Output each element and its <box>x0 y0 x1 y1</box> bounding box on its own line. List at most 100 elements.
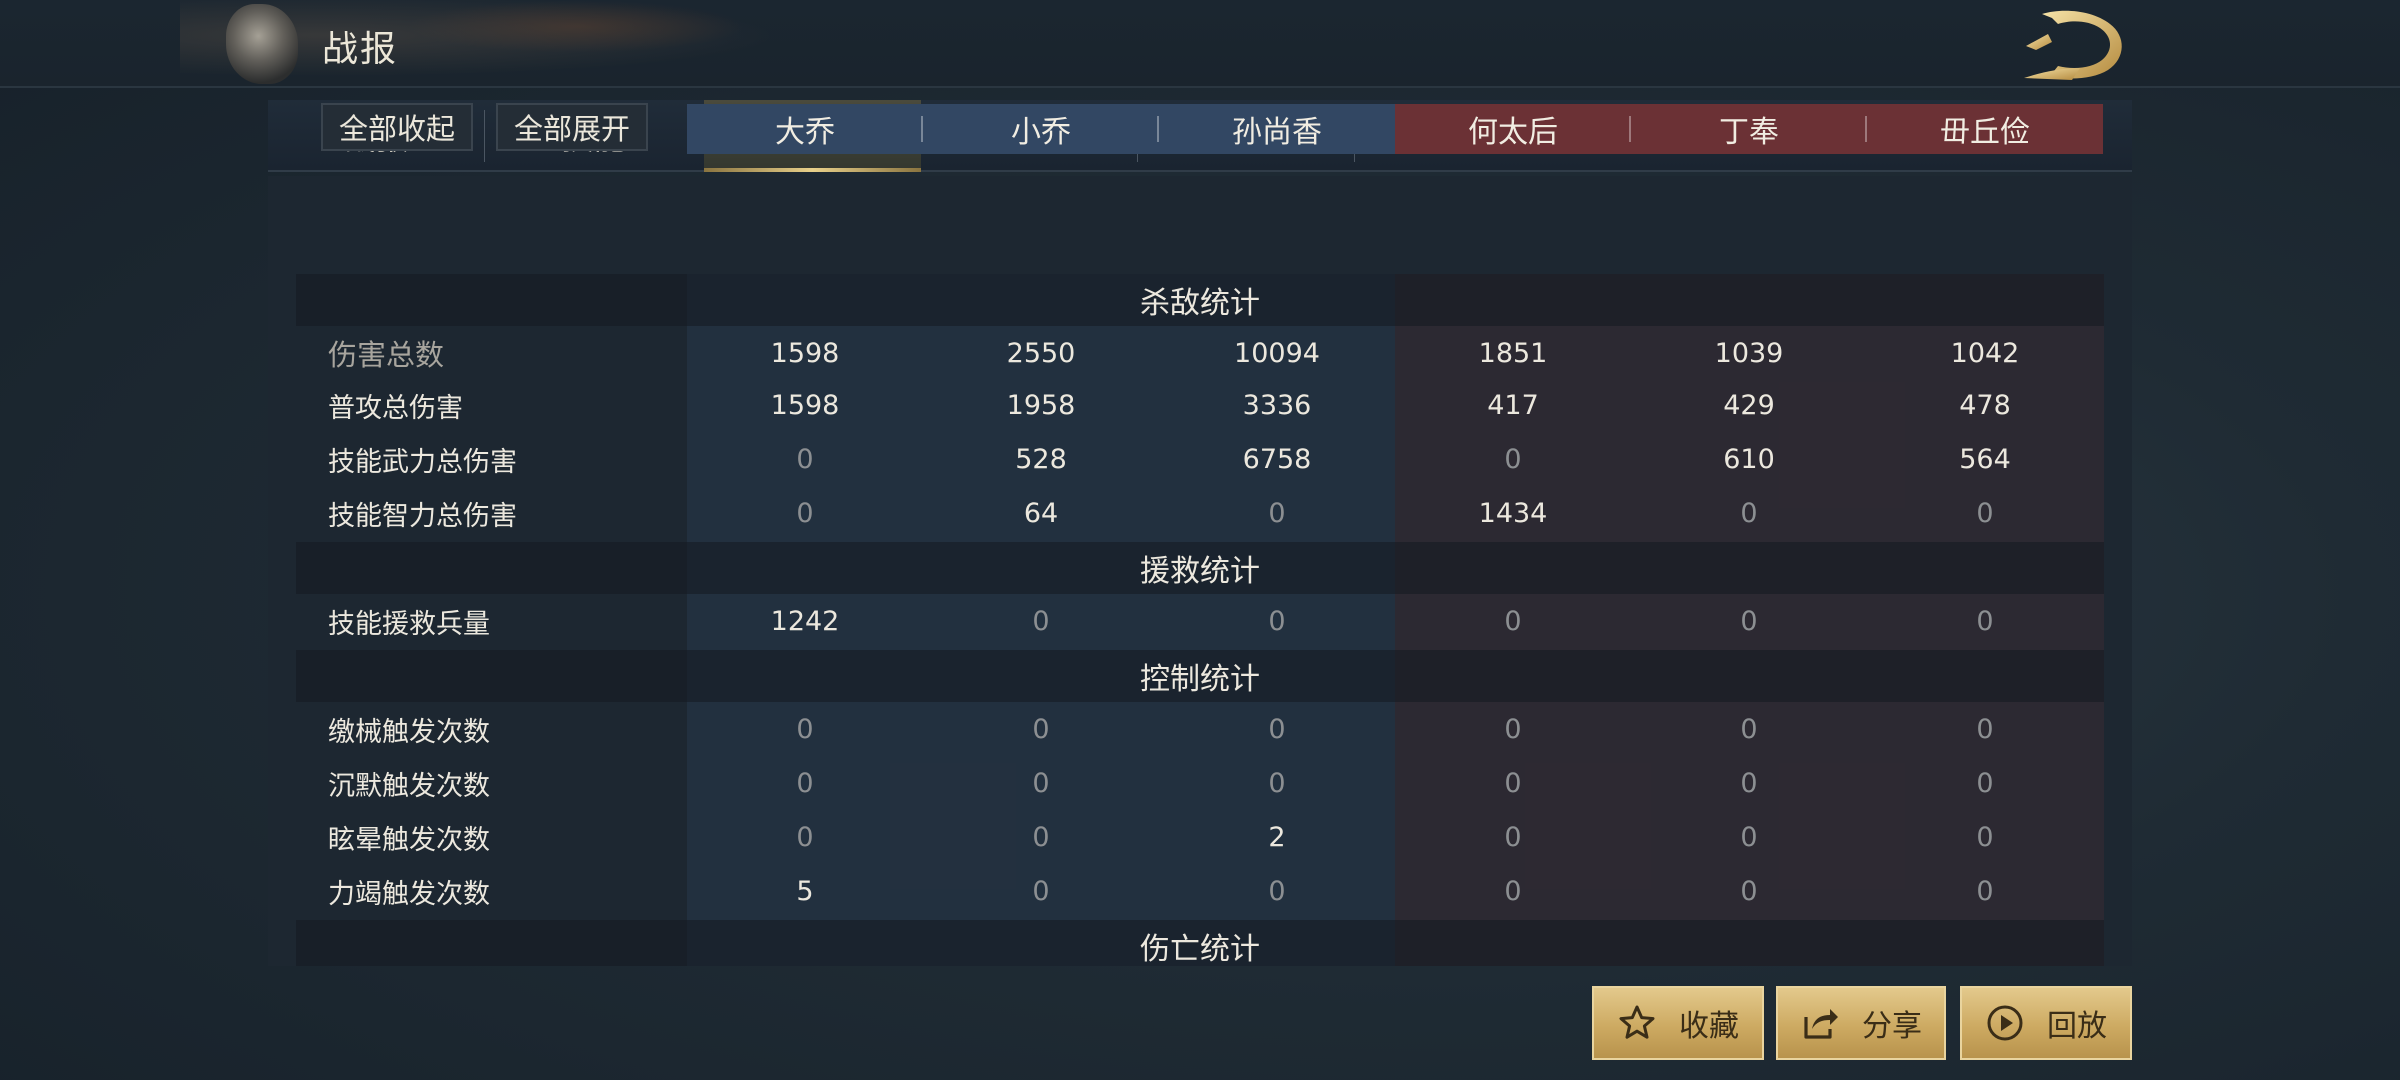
stat-value: 0 <box>796 767 814 799</box>
collapse-all-button[interactable]: 全部收起 <box>321 103 473 151</box>
stat-value: 564 <box>1959 443 2011 475</box>
play-icon <box>1987 1005 2023 1041</box>
hero-name[interactable]: 丁奉 <box>1631 104 1867 154</box>
row-label: 缴械触发次数 <box>328 716 490 748</box>
stat-value: 0 <box>1268 497 1286 529</box>
stat-value: 0 <box>1504 767 1522 799</box>
share-label: 分享 <box>1862 1009 1922 1044</box>
section-title: 伤亡统计 <box>1140 932 1260 966</box>
hero-name-text: 大乔 <box>775 115 835 150</box>
hero-name[interactable]: 毌丘俭 <box>1867 104 2103 154</box>
stat-value: 0 <box>1976 875 1994 907</box>
stat-value: 1434 <box>1478 497 1548 529</box>
hero-name-text: 丁奉 <box>1719 115 1779 150</box>
stat-value: 1042 <box>1950 337 2020 369</box>
hero-name[interactable]: 何太后 <box>1395 104 1631 154</box>
hero-header-row: 大乔 小乔 孙尚香 何太后 丁奉 毌丘俭 <box>687 104 2103 154</box>
row-label: 技能智力总伤害 <box>328 500 517 532</box>
stat-value: 2 <box>1268 821 1286 853</box>
stat-value: 10094 <box>1234 337 1320 369</box>
stat-value: 0 <box>1740 497 1758 529</box>
stat-value: 0 <box>1740 875 1758 907</box>
section-title: 控制统计 <box>1140 662 1260 697</box>
dragon-logo-icon <box>2024 10 2122 80</box>
table-row: 普攻总伤害 1598 1958 3336 417 429 478 <box>296 378 2104 432</box>
stat-value: 64 <box>1023 497 1059 529</box>
stat-value: 478 <box>1959 389 2011 421</box>
share-button[interactable]: 分享 <box>1776 986 1946 1060</box>
table-row: 眩晕触发次数 0 0 2 0 0 0 <box>296 810 2104 864</box>
hero-name[interactable]: 孙尚香 <box>1159 104 1395 154</box>
table-row: 技能智力总伤害 0 64 0 1434 0 0 <box>296 486 2104 540</box>
stat-value: 0 <box>1268 875 1286 907</box>
stat-value: 0 <box>1504 875 1522 907</box>
section-title: 援救统计 <box>1140 554 1260 589</box>
stat-value: 0 <box>1976 497 1994 529</box>
hero-name-text: 毌丘俭 <box>1940 115 2030 150</box>
share-icon <box>1804 1009 1838 1039</box>
stat-value: 0 <box>796 713 814 745</box>
stat-value: 1039 <box>1714 337 1784 369</box>
replay-button[interactable]: 回放 <box>1960 986 2132 1060</box>
hero-name[interactable]: 大乔 <box>687 104 923 154</box>
dragon-emblem-icon[interactable] <box>226 4 298 84</box>
row-label: 技能武力总伤害 <box>328 446 517 478</box>
stat-value: 0 <box>1740 767 1758 799</box>
stat-value: 0 <box>1032 713 1050 745</box>
stats-table[interactable]: 杀敌统计 伤害总数 1598 2550 10094 1851 1039 1042… <box>296 274 2104 966</box>
stat-value: 0 <box>1268 713 1286 745</box>
stat-value: 0 <box>1504 605 1522 637</box>
favorite-label: 收藏 <box>1679 1009 1739 1044</box>
stat-value: 1851 <box>1478 337 1548 369</box>
stat-value: 0 <box>1268 767 1286 799</box>
table-row: 技能武力总伤害 0 528 6758 0 610 564 <box>296 432 2104 486</box>
section-header: 援救统计 <box>296 542 2104 594</box>
replay-label: 回放 <box>2047 1009 2107 1044</box>
stat-value: 5 <box>796 875 814 907</box>
row-label: 技能援救兵量 <box>328 608 490 640</box>
hero-name-text: 小乔 <box>1011 115 1071 150</box>
stat-value: 0 <box>1976 605 1994 637</box>
stat-value: 0 <box>1504 821 1522 853</box>
favorite-button[interactable]: 收藏 <box>1592 986 1764 1060</box>
stat-value: 3336 <box>1242 389 1312 421</box>
section-title: 杀敌统计 <box>1140 286 1260 321</box>
stat-value: 1242 <box>770 605 840 637</box>
stat-value: 0 <box>1740 821 1758 853</box>
stat-value: 1958 <box>1006 389 1076 421</box>
stat-value: 429 <box>1723 389 1775 421</box>
row-label: 力竭触发次数 <box>328 878 490 910</box>
stat-value: 417 <box>1487 389 1539 421</box>
hero-name[interactable]: 小乔 <box>923 104 1159 154</box>
row-label: 眩晕触发次数 <box>328 824 490 856</box>
stat-value: 0 <box>1740 713 1758 745</box>
top-bar: 战报 <box>0 0 2400 88</box>
stat-value: 0 <box>1032 875 1050 907</box>
stat-value: 0 <box>1976 767 1994 799</box>
stat-value: 0 <box>796 821 814 853</box>
table-row: 伤害总数 1598 2550 10094 1851 1039 1042 <box>296 326 2104 380</box>
stat-value: 0 <box>1740 605 1758 637</box>
row-label: 普攻总伤害 <box>328 392 463 424</box>
stat-value: 0 <box>1504 443 1522 475</box>
expand-all-button[interactable]: 全部展开 <box>496 103 648 151</box>
row-label: 伤害总数 <box>328 338 445 372</box>
section-header: 杀敌统计 <box>296 274 2104 326</box>
section-header: 控制统计 <box>296 650 2104 702</box>
stat-value: 2550 <box>1006 337 1076 369</box>
stat-value: 528 <box>1015 443 1067 475</box>
stat-value: 1598 <box>770 337 840 369</box>
stat-value: 610 <box>1723 443 1775 475</box>
page-title: 战报 <box>322 29 399 70</box>
stat-value: 0 <box>1976 821 1994 853</box>
table-row: 技能援救兵量 1242 0 0 0 0 0 <box>296 594 2104 648</box>
stat-value: 0 <box>796 443 814 475</box>
row-label: 沉默触发次数 <box>328 770 490 802</box>
stat-value: 0 <box>1976 713 1994 745</box>
hero-name-text: 孙尚香 <box>1232 115 1322 150</box>
stat-value: 0 <box>1268 605 1286 637</box>
table-row: 缴械触发次数 0 0 0 0 0 0 <box>296 702 2104 756</box>
stat-value: 0 <box>1032 767 1050 799</box>
section-header: 伤亡统计 <box>296 920 2104 966</box>
hero-name-text: 何太后 <box>1468 115 1558 150</box>
